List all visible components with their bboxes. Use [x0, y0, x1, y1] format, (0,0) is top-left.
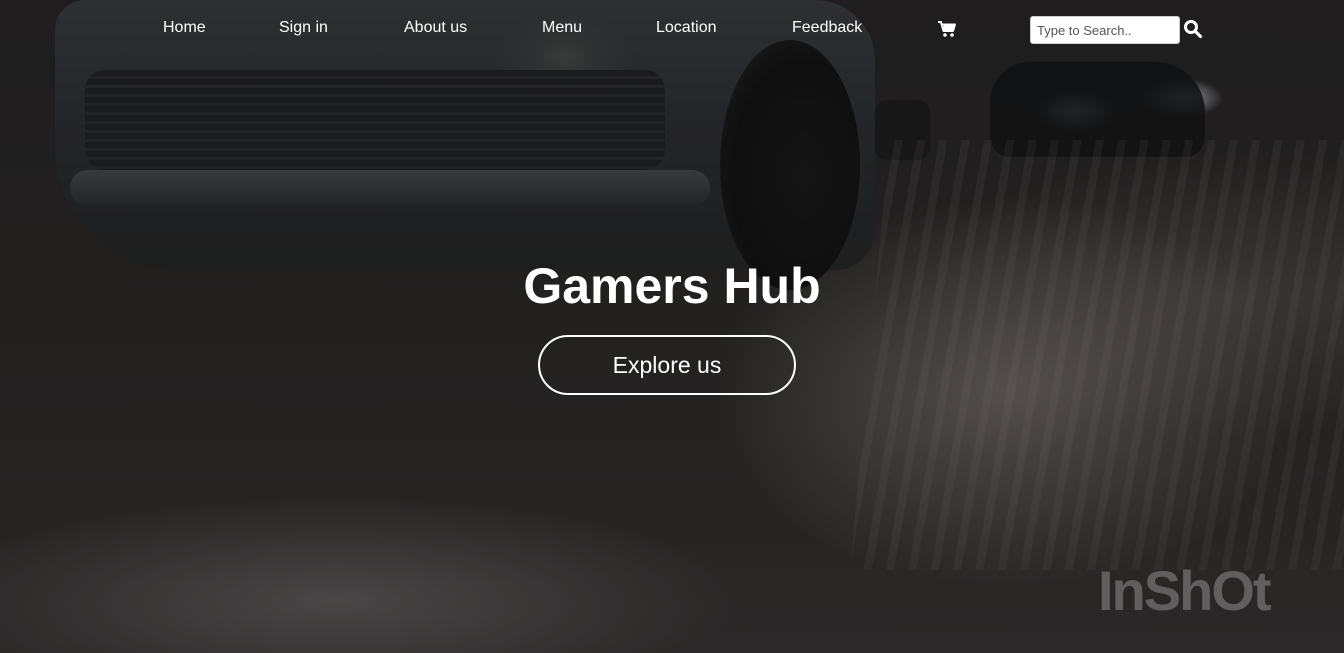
top-navigation: Home Sign in About us Menu Location Feed…	[0, 0, 1344, 58]
nav-sign-in-link[interactable]: Sign in	[279, 19, 328, 37]
nav-menu-link[interactable]: Menu	[542, 19, 582, 37]
search-input[interactable]	[1030, 16, 1180, 44]
nav-location-link[interactable]: Location	[656, 19, 717, 37]
hero-section: Home Sign in About us Menu Location Feed…	[0, 0, 1344, 653]
page-title: Gamers Hub	[523, 258, 821, 314]
explore-us-button[interactable]: Explore us	[538, 335, 796, 395]
nav-about-us-link[interactable]: About us	[404, 19, 467, 37]
nav-home-link[interactable]: Home	[163, 19, 206, 37]
shopping-cart-icon[interactable]	[937, 20, 957, 38]
inshot-watermark: InShOt	[1098, 559, 1272, 622]
nav-feedback-link[interactable]: Feedback	[792, 19, 862, 37]
search-icon[interactable]	[1183, 19, 1203, 39]
dark-overlay	[0, 0, 1344, 653]
